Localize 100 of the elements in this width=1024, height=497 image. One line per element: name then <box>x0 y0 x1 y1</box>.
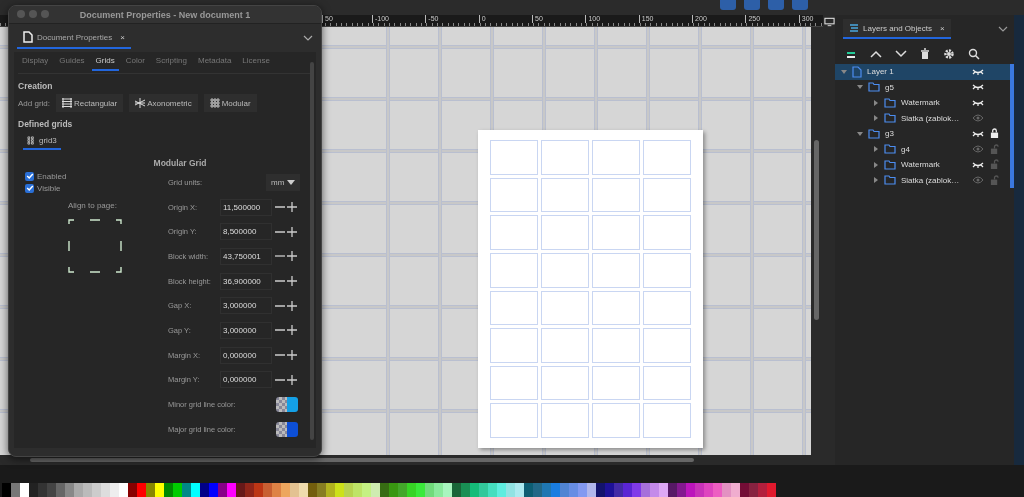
layer-name: g5 <box>885 82 894 92</box>
closed-eye-icon[interactable] <box>972 99 984 106</box>
axonometric-grid-icon <box>135 98 146 108</box>
checkbox[interactable]: Visible <box>18 182 61 194</box>
increment-button[interactable] <box>286 202 298 213</box>
increment-button[interactable] <box>286 350 298 361</box>
plus-icon <box>287 251 297 262</box>
increment-button[interactable] <box>286 374 298 385</box>
down-triangle-icon[interactable] <box>841 68 847 75</box>
closed-eye-icon[interactable] <box>972 68 984 75</box>
plus-icon <box>287 350 297 361</box>
folder-icon <box>884 113 896 124</box>
eye-icon[interactable] <box>972 145 984 154</box>
plus-icon <box>287 202 297 213</box>
panel-tab[interactable]: Layers and Objects × <box>843 19 951 39</box>
layer-name: Watermark <box>901 98 940 108</box>
layer-name: Siatka (zablok… <box>901 113 960 123</box>
alignment-anchors-drawing[interactable] <box>68 219 122 273</box>
layer-row[interactable]: Watermark <box>835 95 1014 111</box>
chevron-up-icon[interactable] <box>870 50 882 58</box>
color-swatch[interactable] <box>276 397 298 413</box>
tab[interactable]: Grids <box>91 52 119 71</box>
increment-button[interactable] <box>286 226 298 237</box>
folder-icon <box>868 82 880 93</box>
modular-grid-icon <box>27 136 36 145</box>
folder-icon <box>884 159 896 170</box>
trash-icon[interactable] <box>920 48 930 60</box>
number-field[interactable]: 36,900000 <box>220 272 272 290</box>
number-field[interactable]: 43,750001 <box>220 247 272 265</box>
tab[interactable]: Metadata <box>193 52 236 71</box>
down-triangle-icon[interactable] <box>857 130 863 137</box>
right-triangle-icon[interactable] <box>873 161 879 168</box>
rectangular-grid-icon <box>62 98 73 108</box>
add-grid-label: Add grid: <box>18 98 51 108</box>
align-label: Align to page: <box>68 201 117 210</box>
folder-icon <box>884 97 896 108</box>
tab[interactable]: Scripting <box>151 52 191 71</box>
layer-row[interactable]: Watermark <box>835 157 1014 173</box>
checkbox[interactable]: Enabled <box>18 170 67 182</box>
checkbox-box[interactable] <box>25 183 34 193</box>
number-field[interactable]: 8,500000 <box>220 223 272 241</box>
layers-icon <box>849 23 859 33</box>
grid-heading: Modular Grid <box>152 158 208 168</box>
number-field[interactable]: 0,000000 <box>220 346 272 364</box>
chevron-down-icon[interactable] <box>998 26 1008 32</box>
closed-eye-icon[interactable] <box>972 130 984 137</box>
number-field[interactable]: 11,500000 <box>220 198 272 216</box>
number-field[interactable]: 3,000000 <box>220 321 272 339</box>
tab[interactable]: Color <box>121 52 149 71</box>
settings-icon[interactable] <box>943 48 955 60</box>
plus-icon <box>287 276 297 287</box>
caret-icon <box>287 179 296 185</box>
plus-icon <box>287 374 297 385</box>
eye-icon[interactable] <box>972 176 984 185</box>
grid-tab[interactable]: grid3 <box>23 134 61 150</box>
right-triangle-icon[interactable] <box>873 177 879 184</box>
layer-row[interactable]: g3 <box>835 126 1014 142</box>
tab[interactable]: License <box>238 52 274 71</box>
down-triangle-icon[interactable] <box>857 84 863 91</box>
add-grid-button[interactable]: Axonometric <box>129 94 198 112</box>
layer-row[interactable]: Siatka (zablok… <box>835 110 1014 126</box>
window-title: Document Properties - New document 1 <box>79 9 251 20</box>
units-dropdown[interactable]: mm <box>266 173 301 191</box>
increment-button[interactable] <box>286 300 298 311</box>
folder-icon <box>884 175 896 186</box>
layer-name: Siatka (zablok… <box>901 175 960 185</box>
tab[interactable]: Guides <box>55 52 89 71</box>
increment-button[interactable] <box>286 276 298 287</box>
right-triangle-icon[interactable] <box>873 99 879 106</box>
section-heading: Defined grids <box>18 119 74 129</box>
number-field[interactable]: 0,000000 <box>220 371 272 389</box>
closed-eye-icon[interactable] <box>972 161 984 168</box>
layer-name: g4 <box>901 144 910 154</box>
layer-row[interactable]: g4 <box>835 141 1014 157</box>
scrollbar-thumb[interactable] <box>814 140 819 320</box>
right-triangle-icon[interactable] <box>873 146 879 153</box>
add-grid-button[interactable]: Modular <box>203 94 257 112</box>
color-palette-drawing[interactable] <box>0 465 1024 497</box>
increment-button[interactable] <box>286 251 298 262</box>
panel-tab[interactable]: Document Properties × <box>17 27 131 49</box>
plus-icon <box>287 300 297 311</box>
layer-row[interactable]: Siatka (zablok… <box>835 172 1014 188</box>
add-grid-button[interactable]: Rectangular <box>56 94 124 112</box>
layer-name: Watermark <box>901 160 940 170</box>
scrollbar-thumb[interactable] <box>30 458 694 462</box>
plus-icon <box>287 226 297 237</box>
color-swatch[interactable] <box>276 421 298 437</box>
monitor-icon[interactable] <box>823 17 835 27</box>
layer-row[interactable]: g5 <box>835 79 1014 95</box>
lock-icon[interactable] <box>990 128 999 140</box>
search-icon[interactable] <box>968 48 980 60</box>
checkbox-box[interactable] <box>25 171 34 181</box>
eye-icon[interactable] <box>972 114 984 123</box>
document-icon <box>23 31 33 43</box>
increment-button[interactable] <box>286 325 298 336</box>
layer-row[interactable]: Layer 1 <box>835 64 1014 80</box>
chevron-down-icon[interactable] <box>303 35 313 41</box>
closed-eye-icon[interactable] <box>972 84 984 91</box>
right-triangle-icon[interactable] <box>873 115 879 122</box>
number-field[interactable]: 3,000000 <box>220 297 272 315</box>
